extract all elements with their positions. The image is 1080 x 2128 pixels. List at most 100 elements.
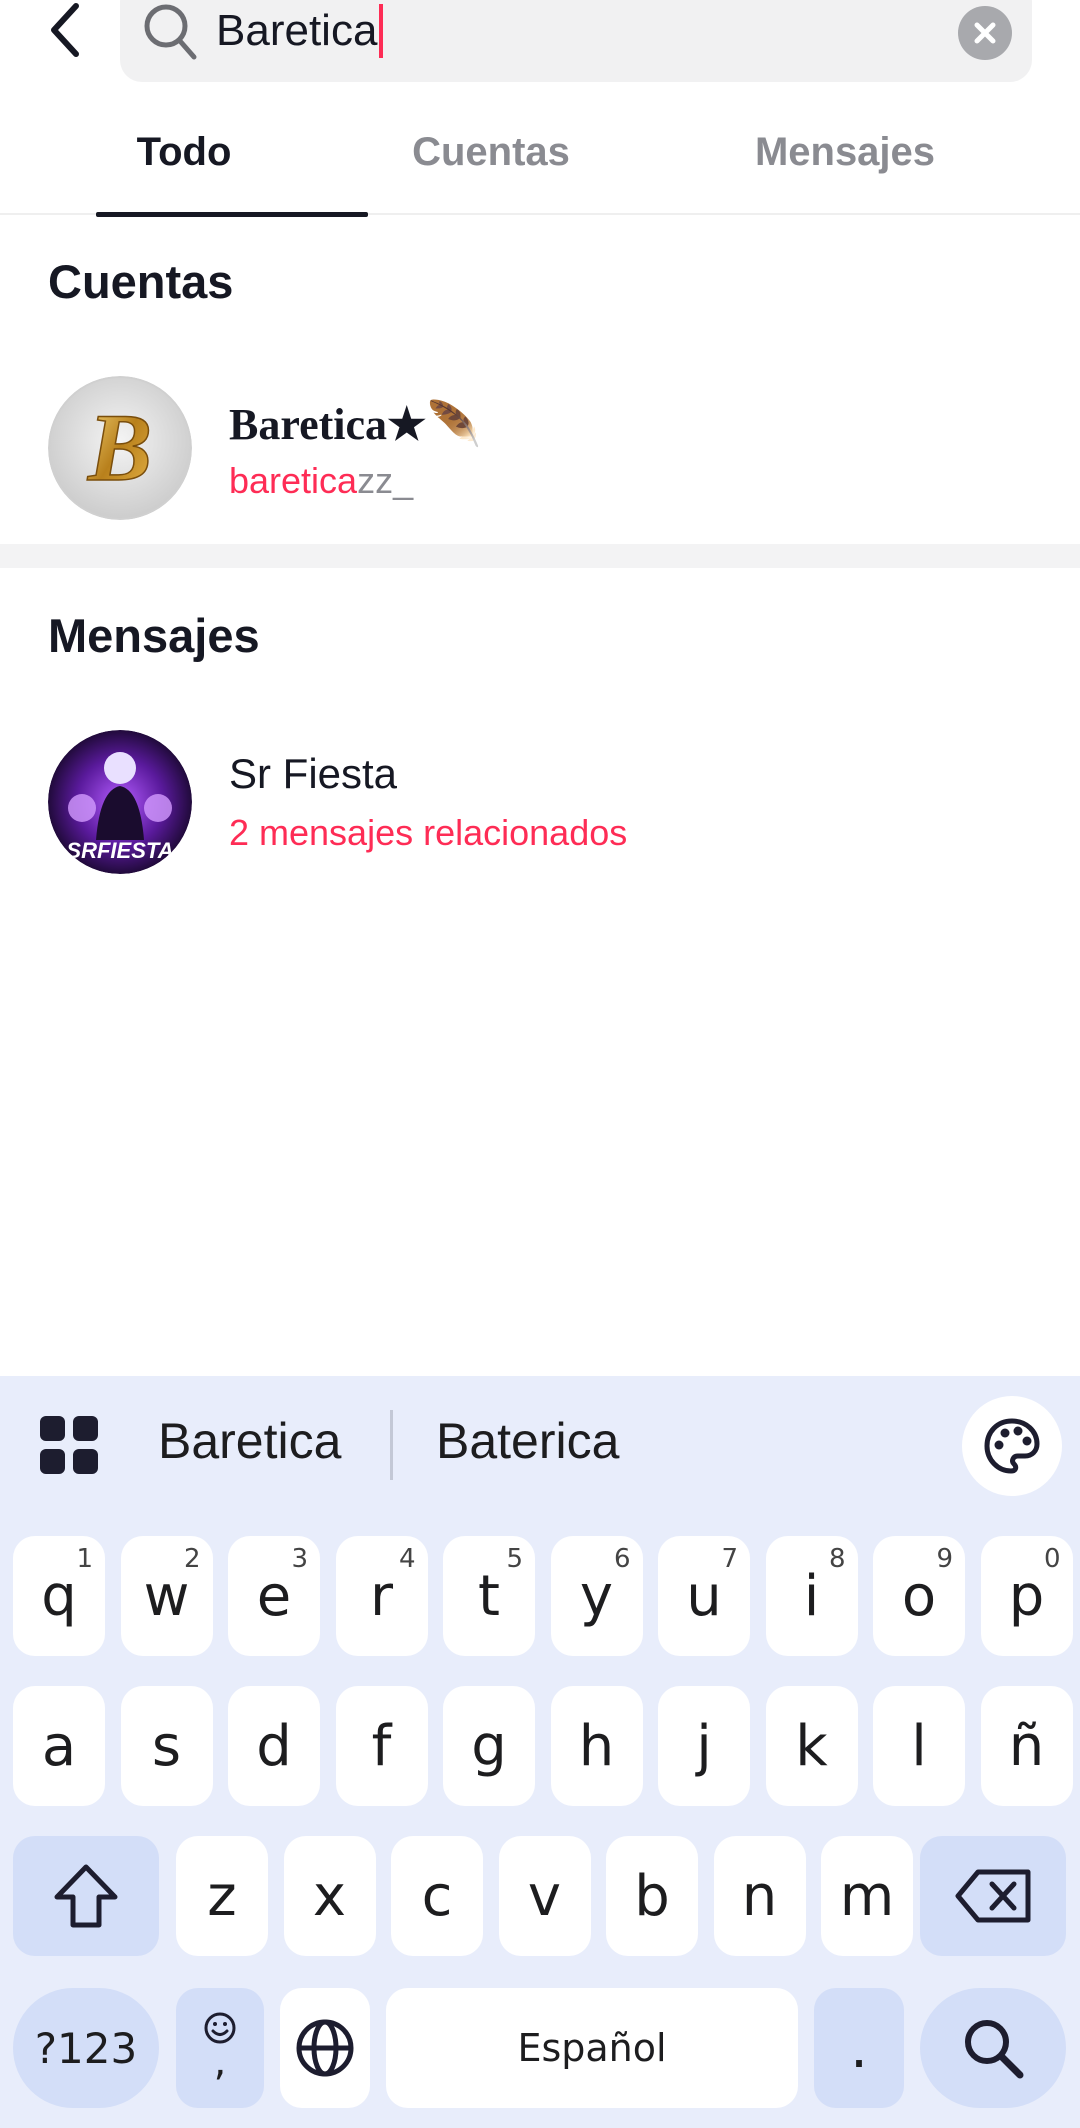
key-e[interactable]: e3 (228, 1536, 320, 1656)
key-ñ[interactable]: ñ (980, 1686, 1073, 1806)
close-icon (974, 22, 996, 44)
clear-search-button[interactable] (958, 6, 1012, 60)
symbols-key[interactable]: ?123 (13, 1988, 159, 2108)
suggestion-separator (390, 1410, 393, 1480)
key-a[interactable]: a (13, 1686, 105, 1806)
search-action-key[interactable] (920, 1988, 1066, 2108)
sr-fiesta-avatar: SRFIESTA (48, 730, 192, 874)
key-label: i (803, 1563, 820, 1629)
search-input[interactable]: Baretica (120, 0, 1032, 82)
key-l[interactable]: l (873, 1686, 965, 1806)
key-y[interactable]: y6 (550, 1536, 643, 1656)
theme-button[interactable] (962, 1396, 1062, 1496)
key-s[interactable]: s (120, 1686, 213, 1806)
key-number-hint: 0 (1043, 1544, 1061, 1574)
active-tab-indicator (96, 212, 368, 217)
key-i[interactable]: i8 (765, 1536, 858, 1656)
key-g[interactable]: g (443, 1686, 535, 1806)
key-k[interactable]: k (765, 1686, 858, 1806)
key-u[interactable]: u7 (658, 1536, 750, 1656)
key-o[interactable]: o9 (873, 1536, 965, 1656)
message-contact-name: Sr Fiesta (229, 750, 398, 797)
key-f[interactable]: f (335, 1686, 428, 1806)
accounts-section-title: Cuentas (48, 255, 234, 308)
search-query: Baretica (216, 6, 378, 55)
key-number-hint: 2 (183, 1544, 201, 1574)
language-key[interactable] (280, 1988, 370, 2108)
username-match: baretica (229, 460, 358, 501)
key-m[interactable]: m (821, 1836, 913, 1956)
search-query-text: Baretica (216, 3, 384, 59)
key-v[interactable]: v (498, 1836, 591, 1956)
suggestion-1[interactable]: Baretica (158, 1412, 341, 1470)
search-icon (144, 4, 197, 60)
shift-arrow-icon (54, 1864, 118, 1928)
search-tabs: Todo Cuentas Mensajes (0, 112, 1080, 217)
tab-label: Todo (136, 130, 232, 174)
section-divider (0, 544, 1080, 568)
tab-todo[interactable]: Todo (48, 112, 368, 217)
key-q[interactable]: q1 (13, 1536, 105, 1656)
key-n[interactable]: n (713, 1836, 806, 1956)
tab-mensajes[interactable]: Mensajes (720, 112, 970, 215)
account-result-row[interactable]: B Baretica★🪶 bareticazz_ (48, 376, 1038, 522)
emoji-comma-key[interactable]: , (176, 1988, 264, 2108)
key-label: r (369, 1563, 394, 1629)
message-result-row[interactable]: SRFIESTA Sr Fiesta 2 mensajes relacionad… (48, 730, 1038, 876)
comma-label: , (213, 2039, 227, 2085)
related-messages-count: 2 mensajes relacionados (229, 812, 628, 853)
key-r[interactable]: r4 (335, 1536, 428, 1656)
svg-text:B: B (87, 394, 152, 501)
key-label: w (143, 1563, 190, 1629)
key-h[interactable]: h (550, 1686, 643, 1806)
period-key[interactable]: . (814, 1988, 904, 2108)
account-display-name: Baretica★🪶 (229, 400, 482, 449)
shift-key[interactable] (13, 1836, 159, 1956)
suggestion-bar: Baretica Baterica (0, 1376, 1080, 1514)
backspace-key[interactable] (920, 1836, 1066, 1956)
avatar: B (48, 376, 192, 520)
account-username: bareticazz_ (229, 460, 413, 502)
tab-cuentas[interactable]: Cuentas (380, 112, 602, 215)
baretica-logo-avatar: B (48, 376, 192, 520)
avatar: SRFIESTA (48, 730, 192, 874)
key-number-hint: 5 (506, 1544, 523, 1574)
key-j[interactable]: j (658, 1686, 750, 1806)
key-number-hint: 7 (721, 1544, 738, 1574)
key-number-hint: 3 (291, 1544, 308, 1574)
key-label: p (1008, 1563, 1045, 1629)
key-label: o (901, 1563, 937, 1629)
key-label: y (579, 1563, 614, 1629)
palette-icon (984, 1418, 1040, 1474)
space-bar[interactable]: Español (386, 1988, 798, 2108)
messages-section-title: Mensajes (48, 609, 260, 662)
key-label: q (41, 1563, 77, 1629)
key-number-hint: 9 (936, 1544, 953, 1574)
on-screen-keyboard: Baretica Baterica q1w2e3r4t5y6u7i8o9p0 a… (0, 1376, 1080, 2128)
backspace-icon (955, 1869, 1031, 1923)
back-button[interactable] (38, 0, 94, 60)
chevron-left-icon (51, 3, 79, 57)
key-number-hint: 8 (828, 1544, 846, 1574)
globe-icon (296, 2019, 354, 2077)
text-caret (379, 4, 384, 58)
key-p[interactable]: p0 (980, 1536, 1073, 1656)
key-number-hint: 1 (76, 1544, 93, 1574)
key-t[interactable]: t5 (443, 1536, 535, 1656)
key-w[interactable]: w2 (120, 1536, 213, 1656)
key-label: e (256, 1563, 292, 1629)
key-z[interactable]: z (176, 1836, 268, 1956)
key-label: t (478, 1563, 500, 1629)
key-x[interactable]: x (283, 1836, 376, 1956)
tab-label: Cuentas (412, 130, 570, 174)
key-d[interactable]: d (228, 1686, 320, 1806)
suggestion-2[interactable]: Baterica (436, 1412, 619, 1470)
key-c[interactable]: c (391, 1836, 483, 1956)
key-b[interactable]: b (606, 1836, 698, 1956)
svg-text:SRFIESTA: SRFIESTA (66, 838, 173, 863)
apps-grid-icon[interactable] (40, 1416, 98, 1474)
search-header: Baretica (0, 0, 1080, 85)
username-rest: zz_ (357, 460, 414, 501)
tab-label: Mensajes (754, 130, 936, 174)
key-number-hint: 4 (398, 1544, 416, 1574)
